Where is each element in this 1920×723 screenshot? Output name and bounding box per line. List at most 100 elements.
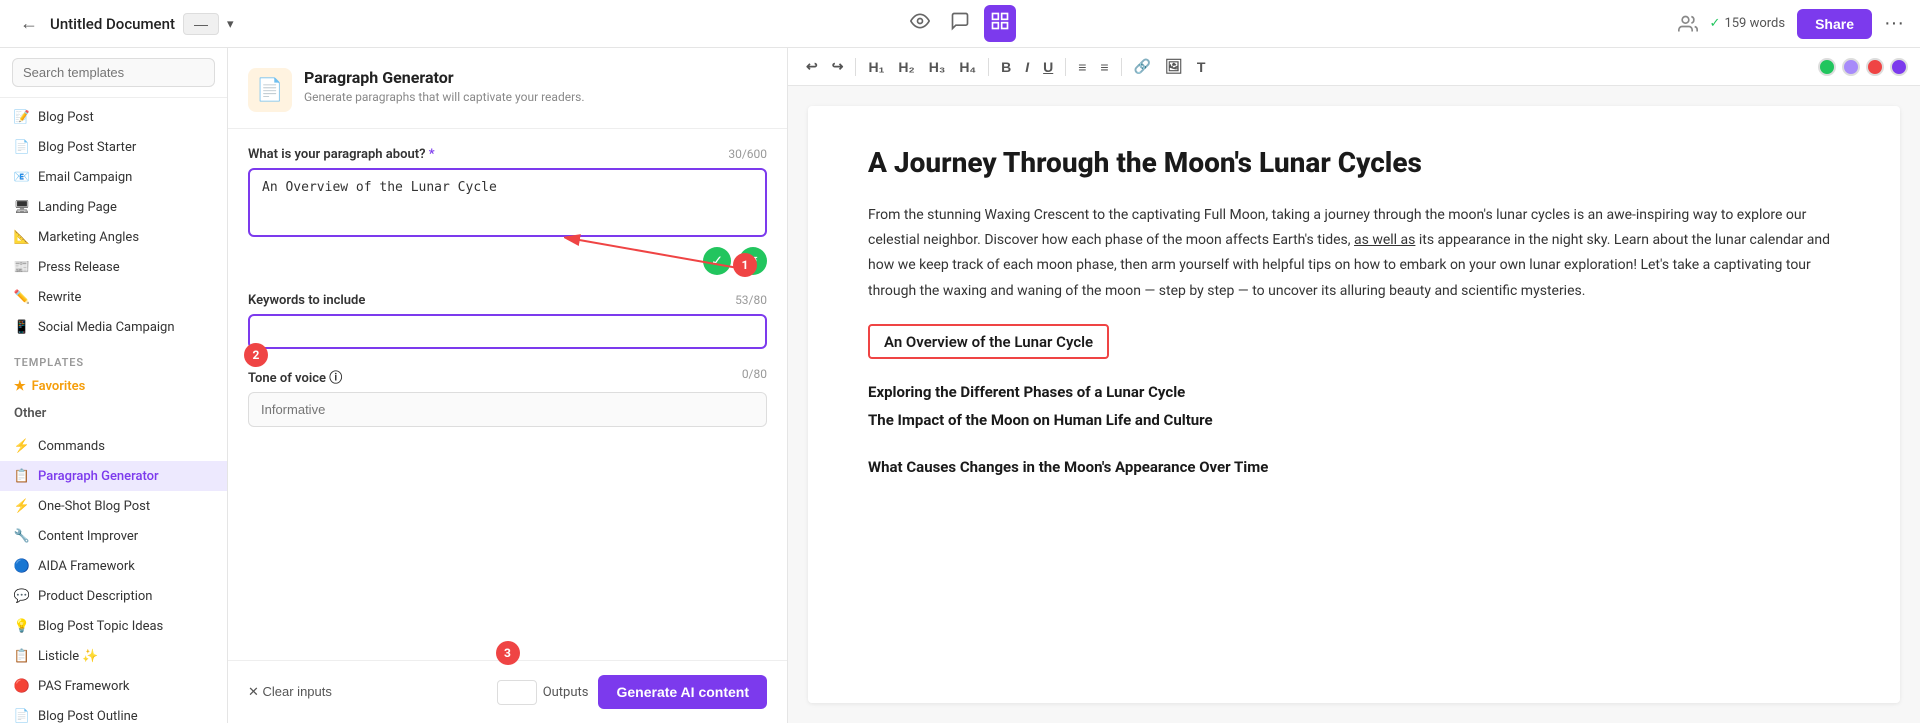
keywords-input[interactable]: lunar cycle, phases, new moon, crescent,… <box>248 314 767 349</box>
toolbar-sep-2 <box>988 58 989 76</box>
templates-label: TEMPLATES <box>0 346 227 373</box>
toolbar-sep-3 <box>1065 58 1066 76</box>
sidebar-item-aida[interactable]: 🔵 AIDA Framework <box>0 551 227 581</box>
format-button[interactable]: T <box>1191 55 1212 79</box>
sidebar-item-blog-topic-ideas[interactable]: 💡 Blog Post Topic Ideas <box>0 611 227 641</box>
editor-toolbar: ↩ ↪ H₁ H₂ H₃ H₄ B I U ≡ ≡ 🔗 🖼 T <box>788 48 1920 86</box>
blog-post-icon: 📝 <box>14 109 30 125</box>
dropdown-button[interactable]: ▾ <box>227 16 234 32</box>
sidebar-top-items: 📝 Blog Post 📄 Blog Post Starter 📧 Email … <box>0 98 227 346</box>
topbar-left: ← Untitled Document — ▾ <box>16 9 904 38</box>
doc-subheading-3: What Causes Changes in the Moon's Appear… <box>868 458 1840 476</box>
editor-content[interactable]: A Journey Through the Moon's Lunar Cycle… <box>808 106 1900 703</box>
sidebar-item-blog-post-starter[interactable]: 📄 Blog Post Starter <box>0 132 227 162</box>
check-icon: ✓ <box>1710 16 1721 31</box>
link-button[interactable]: 🔗 <box>1128 54 1157 79</box>
sidebar-item-social-media[interactable]: 📱 Social Media Campaign <box>0 312 227 342</box>
chat-button[interactable] <box>944 5 976 42</box>
topbar-center <box>904 5 1016 42</box>
dash-button[interactable]: — <box>183 13 219 35</box>
doc-title: Untitled Document <box>50 15 175 33</box>
color-green[interactable] <box>1818 58 1836 76</box>
field-group-keywords: Keywords to include 53/80 lunar cycle, p… <box>248 293 767 349</box>
pas-icon: 🔴 <box>14 678 30 694</box>
generate-button[interactable]: Generate AI content <box>598 675 767 709</box>
more-button[interactable]: ··· <box>1884 12 1904 35</box>
h2-button[interactable]: H₂ <box>892 55 920 79</box>
topic-input[interactable]: An Overview of the Lunar Cycle <box>248 168 767 237</box>
ol-button[interactable]: ≡ <box>1072 55 1092 79</box>
panel-header: 📄 Paragraph Generator Generate paragraph… <box>228 48 787 129</box>
panel-icon: 📄 <box>248 68 292 112</box>
one-shot-icon: ⚡ <box>14 498 30 514</box>
aida-icon: 🔵 <box>14 558 30 574</box>
outputs-input[interactable]: 2 <box>497 680 537 705</box>
sidebar-item-blog-outline[interactable]: 📄 Blog Post Outline <box>0 701 227 723</box>
color-violet[interactable] <box>1890 58 1908 76</box>
sidebar-item-blog-post[interactable]: 📝 Blog Post <box>0 102 227 132</box>
rewrite-icon: ✏️ <box>14 289 30 305</box>
back-button[interactable]: ← <box>16 9 42 38</box>
ul-button[interactable]: ≡ <box>1094 55 1114 79</box>
sidebar-item-landing-page[interactable]: 🖥 Landing Page <box>0 192 227 222</box>
sidebar-item-paragraph-generator[interactable]: 📋 Paragraph Generator <box>0 461 227 491</box>
social-media-icon: 📱 <box>14 319 30 335</box>
blog-outline-icon: 📄 <box>14 708 30 723</box>
sidebar-item-marketing-angles[interactable]: 📐 Marketing Angles <box>0 222 227 252</box>
grid-button[interactable] <box>984 5 1016 42</box>
clear-button[interactable]: ✕ Clear inputs <box>248 684 332 700</box>
blog-post-starter-icon: 📄 <box>14 139 30 155</box>
field-group-tone: Tone of voice ⓘ 0/80 <box>248 367 767 427</box>
sidebar-item-product-description[interactable]: 💬 Product Description <box>0 581 227 611</box>
panel-subtitle: Generate paragraphs that will captivate … <box>304 90 585 104</box>
annotation-3: 3 <box>496 641 520 665</box>
sidebar-item-commands[interactable]: ⚡ Commands <box>0 431 227 461</box>
sidebar-item-listicle[interactable]: 📋 Listicle ✨ <box>0 641 227 671</box>
sidebar-item-pas[interactable]: 🔴 PAS Framework <box>0 671 227 701</box>
field1-label: What is your paragraph about? * 30/600 <box>248 147 767 162</box>
redo-button[interactable]: ↪ <box>826 54 850 79</box>
star-icon: ★ <box>14 379 26 394</box>
sidebar-item-one-shot-blog[interactable]: ⚡ One-Shot Blog Post <box>0 491 227 521</box>
color-purple[interactable] <box>1842 58 1860 76</box>
press-release-icon: 📰 <box>14 259 30 275</box>
annotation-1: 1 <box>733 253 757 277</box>
favorites-label: ★ Favorites <box>0 373 227 400</box>
input-actions: ✓ ↺ <box>248 247 767 275</box>
sidebar-item-content-improver[interactable]: 🔧 Content Improver <box>0 521 227 551</box>
sidebar-item-rewrite[interactable]: ✏️ Rewrite <box>0 282 227 312</box>
sidebar: 📝 Blog Post 📄 Blog Post Starter 📧 Email … <box>0 48 228 723</box>
users-icon <box>1678 14 1698 34</box>
doc-paragraph-1: From the stunning Waxing Crescent to the… <box>868 203 1840 304</box>
h3-button[interactable]: H₃ <box>923 55 952 79</box>
undo-button[interactable]: ↩ <box>800 54 824 79</box>
editor-area: ↩ ↪ H₁ H₂ H₃ H₄ B I U ≡ ≡ 🔗 🖼 T <box>788 48 1920 723</box>
word-count: ✓ 159 words <box>1710 16 1786 31</box>
sidebar-other-items: ⚡ Commands 📋 Paragraph Generator ⚡ One-S… <box>0 427 227 723</box>
sidebar-item-press-release[interactable]: 📰 Press Release <box>0 252 227 282</box>
italic-button[interactable]: I <box>1019 55 1035 79</box>
sidebar-item-email-campaign[interactable]: 📧 Email Campaign <box>0 162 227 192</box>
search-box <box>0 48 227 98</box>
h4-button[interactable]: H₄ <box>953 55 982 79</box>
color-red[interactable] <box>1866 58 1884 76</box>
underline-text: as well as <box>1354 232 1415 248</box>
underline-button[interactable]: U <box>1037 55 1059 79</box>
image-button[interactable]: 🖼 <box>1159 54 1189 79</box>
paragraph-generator-icon: 📋 <box>14 468 30 484</box>
annotation-2: 2 <box>244 343 268 367</box>
action-btn-1[interactable]: ✓ <box>703 247 731 275</box>
email-icon: 📧 <box>14 169 30 185</box>
marketing-icon: 📐 <box>14 229 30 245</box>
topbar: ← Untitled Document — ▾ ✓ 159 words Shar… <box>0 0 1920 48</box>
panel-header-text: Paragraph Generator Generate paragraphs … <box>304 68 585 104</box>
toolbar-sep-4 <box>1121 58 1122 76</box>
eye-button[interactable] <box>904 5 936 42</box>
panel-title: Paragraph Generator <box>304 68 585 87</box>
share-button[interactable]: Share <box>1797 9 1872 39</box>
doc-subheading-1: Exploring the Different Phases of a Luna… <box>868 383 1840 401</box>
search-input[interactable] <box>12 58 215 87</box>
tone-input[interactable] <box>248 392 767 427</box>
bold-button[interactable]: B <box>995 55 1017 79</box>
h1-button[interactable]: H₁ <box>862 55 890 79</box>
